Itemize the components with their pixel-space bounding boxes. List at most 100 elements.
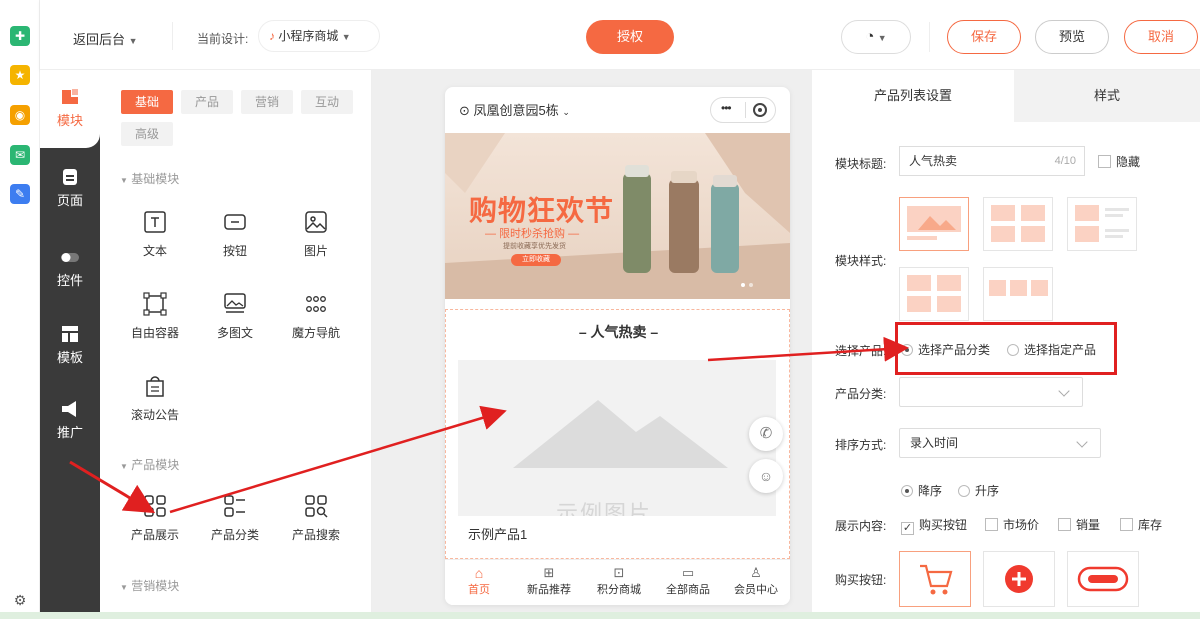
nav-label: 模板: [56, 350, 83, 365]
section-title-text: 人气热卖: [590, 324, 647, 340]
tab-advanced[interactable]: 高级: [121, 122, 173, 146]
phone-call-icon[interactable]: ✆: [749, 417, 783, 451]
tab-home[interactable]: ⌂ 首页: [457, 565, 501, 597]
buy-style-cart[interactable]: [899, 551, 971, 607]
style-thumb-mixed[interactable]: [899, 267, 969, 321]
tab-basic[interactable]: 基础: [121, 90, 173, 114]
module-button[interactable]: 按钮: [200, 210, 270, 259]
save-button[interactable]: 保存: [947, 20, 1021, 54]
chat-icon[interactable]: ☺: [749, 459, 783, 493]
product-category-select[interactable]: [899, 377, 1083, 407]
section-title: – 人气热卖 –: [578, 324, 659, 340]
tab-all-products[interactable]: ▭ 全部商品: [661, 565, 715, 597]
section-product-modules[interactable]: ▼ 产品模块: [120, 456, 179, 473]
module-product-search[interactable]: 产品搜索: [281, 494, 351, 543]
cancel-button[interactable]: 取消: [1124, 20, 1198, 54]
tab-product-list-settings[interactable]: 产品列表设置: [812, 70, 1014, 122]
banner-subtitle: — 限时秒杀抢购 —: [485, 228, 580, 240]
preview-button[interactable]: 预览: [1035, 20, 1109, 54]
customer-service-dropdown[interactable]: ◔ ▼: [841, 20, 911, 54]
tab-member-center[interactable]: ♙ 会员中心: [729, 565, 783, 597]
checkbox-label: 销量: [1076, 518, 1101, 532]
module-text[interactable]: 文本: [120, 210, 190, 259]
layout-list-icon: [1075, 205, 1129, 242]
checkbox-stock[interactable]: 库存: [1120, 516, 1162, 533]
nav-label: 推广: [56, 425, 83, 440]
product-placeholder-image[interactable]: 示例图片: [458, 360, 776, 516]
mail-app-icon[interactable]: ✉: [10, 145, 30, 165]
char-count: 4/10: [1054, 155, 1076, 167]
image-icon: [305, 211, 327, 233]
section-basic-modules[interactable]: ▼ 基础模块: [120, 170, 179, 187]
caret-down-icon: ▼: [120, 583, 128, 592]
module-scroll-notice[interactable]: 滚动公告: [120, 374, 190, 423]
sort-select[interactable]: 录入时间: [899, 428, 1101, 458]
module-title-input[interactable]: 人气热卖 4/10: [899, 146, 1085, 176]
module-product-display[interactable]: 产品展示: [120, 494, 190, 543]
module-label: 产品搜索: [291, 528, 340, 542]
text-icon: [144, 211, 166, 233]
banner-collect-button[interactable]: 立即收藏: [511, 254, 561, 266]
nav-item-controls[interactable]: 控件: [40, 248, 100, 289]
checkbox-icon: [1098, 155, 1111, 168]
sort-label: 排序方式:: [835, 438, 887, 452]
design-selector[interactable]: ♪ 小程序商城 ▼: [258, 20, 380, 52]
module-cube-nav[interactable]: 魔方导航: [281, 292, 351, 341]
module-product-category[interactable]: 产品分类: [200, 494, 270, 543]
module-label: 产品分类: [210, 528, 259, 542]
hide-checkbox[interactable]: 隐藏: [1098, 153, 1140, 170]
module-free-container[interactable]: 自由容器: [120, 292, 190, 341]
nav-item-page[interactable]: 页面: [40, 168, 100, 209]
user-icon: ♙: [750, 565, 762, 580]
checkbox-icon: [1120, 518, 1133, 531]
module-label: 图片: [303, 244, 328, 258]
back-to-admin-button[interactable]: 返回后台 ▼: [73, 29, 138, 48]
module-multi-image-text[interactable]: 多图文: [200, 292, 270, 341]
style-thumb-two-column[interactable]: [983, 197, 1053, 251]
product-list-module[interactable]: – 人气热卖 – 示例图片 示例产品1: [445, 309, 790, 559]
nav-item-template[interactable]: 模板: [40, 325, 100, 366]
authorize-button[interactable]: 授权: [586, 20, 674, 54]
app-icon-strip: ✚ ★ ◉ ✉ ✎ ⚙: [0, 0, 40, 619]
module-image[interactable]: 图片: [281, 210, 351, 259]
checkbox-buy-button[interactable]: ✓ 购买按钮: [901, 516, 967, 535]
product-name: 示例产品1: [468, 527, 528, 542]
style-thumb-three-column[interactable]: [983, 267, 1053, 321]
design-name: 小程序商城: [278, 29, 339, 43]
nav-label: 控件: [56, 273, 83, 288]
hide-label: 隐藏: [1116, 155, 1141, 169]
nav-item-promote[interactable]: 推广: [40, 400, 100, 441]
style-thumb-list[interactable]: [1067, 197, 1137, 251]
page-icon: [63, 169, 77, 185]
section-label: 基础模块: [131, 172, 180, 186]
capsule-menu[interactable]: •••: [710, 97, 776, 123]
tab-style[interactable]: 样式: [1014, 70, 1200, 122]
product-category-label: 产品分类:: [835, 387, 887, 401]
checkbox-sales[interactable]: 销量: [1058, 516, 1100, 533]
module-title-label: 模块标题:: [835, 157, 887, 171]
grid-dots-icon: [306, 296, 326, 312]
plus-app-icon[interactable]: ✚: [10, 26, 30, 46]
weibo-app-icon[interactable]: ◉: [10, 105, 30, 125]
buy-style-pill[interactable]: [1067, 551, 1139, 607]
settings-gear-icon[interactable]: ⚙: [10, 590, 30, 610]
tab-new-products[interactable]: ⊞ 新品推荐: [522, 565, 576, 597]
tab-interaction[interactable]: 互动: [301, 90, 353, 114]
nav-item-module[interactable]: 模块: [40, 88, 100, 129]
radio-descending[interactable]: 降序: [901, 482, 942, 499]
star-app-icon[interactable]: ★: [10, 65, 30, 85]
tab-marketing[interactable]: 营销: [241, 90, 293, 114]
promo-banner[interactable]: 购物狂欢节 — 限时秒杀抢购 — 提前收藏享优先发货 立即收藏: [445, 133, 790, 299]
style-thumb-large[interactable]: [899, 197, 969, 251]
radio-ascending[interactable]: 升序: [958, 482, 999, 499]
checkbox-market-price[interactable]: 市场价: [985, 516, 1039, 533]
document-app-icon[interactable]: ✎: [10, 184, 30, 204]
module-label: 魔方导航: [291, 326, 340, 340]
tab-points-mall[interactable]: ⊡ 积分商城: [592, 565, 646, 597]
chevron-down-icon: [1058, 385, 1070, 397]
tab-product[interactable]: 产品: [181, 90, 233, 114]
buy-style-plus[interactable]: [983, 551, 1055, 607]
location-selector[interactable]: ⊙ 凤凰创意园5栋 ⌄: [459, 100, 570, 119]
section-marketing-modules[interactable]: ▼ 营销模块: [120, 577, 179, 594]
module-label: 文本: [142, 244, 167, 258]
